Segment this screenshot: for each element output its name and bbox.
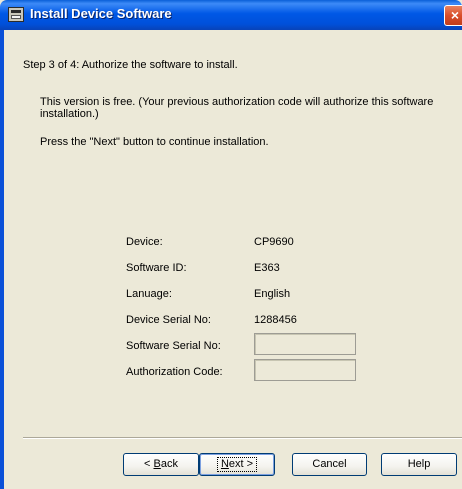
- back-button-prefix: <: [144, 458, 154, 470]
- cancel-button-label: Cancel: [312, 458, 347, 470]
- window-title: Install Device Software: [30, 6, 172, 21]
- app-icon: [8, 7, 24, 22]
- language-value: English: [254, 288, 291, 300]
- next-button-mnemonic: N: [220, 458, 229, 470]
- cancel-button[interactable]: Cancel: [292, 453, 367, 476]
- device-serial-value: 1288456: [254, 314, 297, 326]
- authorization-code-label: Authorization Code:: [126, 366, 223, 378]
- device-serial-label: Device Serial No:: [126, 314, 211, 326]
- window-frame-left: [0, 30, 4, 489]
- device-label: Device:: [126, 236, 163, 248]
- instruction-text: Press the "Next" button to continue inst…: [40, 136, 269, 148]
- step-heading: Step 3 of 4: Authorize the software to i…: [23, 59, 238, 71]
- language-label: Lanuage:: [126, 288, 172, 300]
- software-serial-label: Software Serial No:: [126, 340, 221, 352]
- info-text: This version is free. (Your previous aut…: [40, 96, 434, 120]
- device-value: CP9690: [254, 236, 294, 248]
- next-button-rest: ext >: [228, 458, 254, 470]
- next-button[interactable]: Next >: [199, 453, 275, 476]
- software-serial-input[interactable]: [254, 333, 356, 355]
- software-id-label: Software ID:: [126, 262, 187, 274]
- help-button-label: Help: [407, 458, 431, 470]
- back-button-rest: ack: [160, 458, 178, 470]
- close-button[interactable]: ×: [444, 5, 462, 26]
- back-button[interactable]: < Back: [123, 453, 199, 476]
- footer-divider: [23, 437, 462, 439]
- help-button[interactable]: Help: [381, 453, 457, 476]
- authorization-code-input[interactable]: [254, 359, 356, 381]
- back-button-mnemonic: B: [153, 458, 161, 470]
- software-id-value: E363: [254, 262, 280, 274]
- title-bar: Install Device Software ×: [0, 0, 462, 30]
